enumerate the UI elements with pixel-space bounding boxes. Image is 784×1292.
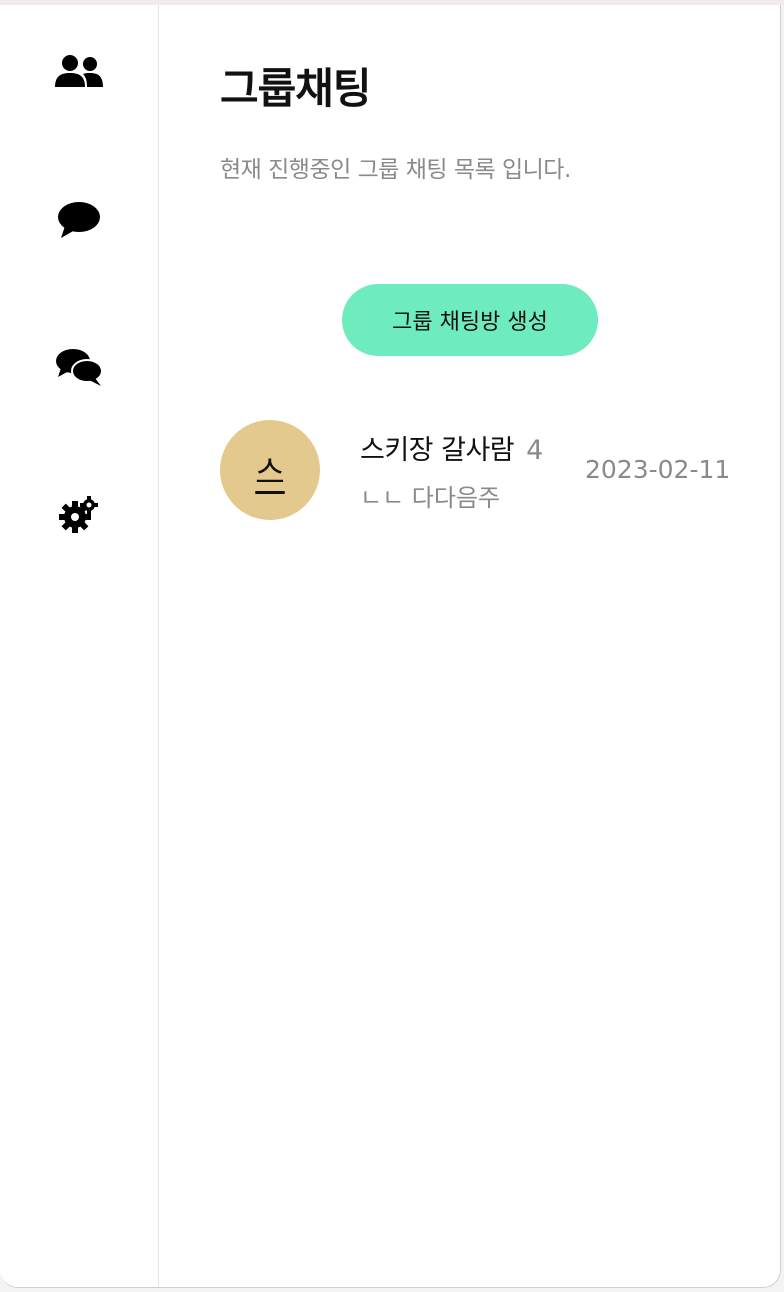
create-group-chat-button[interactable]: 그룹 채팅방 생성 [342,284,598,356]
gear-icon [59,495,99,535]
sidebar [0,5,159,1287]
room-date: 2023-02-11 [585,455,731,484]
sidebar-item-group-chat[interactable] [39,337,119,397]
last-message: ㄴㄴ 다다음주 [360,484,501,512]
sidebar-item-friends[interactable] [39,44,119,104]
main-content: 그룹채팅 현재 진행중인 그룹 채팅 목록 입니다. 그룹 채팅방 생성 스 스… [159,5,780,1287]
chat-bubbles-icon [55,347,103,387]
member-count: 4 [526,435,543,466]
sidebar-item-chat[interactable] [39,190,119,250]
room-title: 스키장 갈사람 4 [360,428,543,467]
users-icon [53,54,105,94]
page-subtitle: 현재 진행중인 그룹 채팅 목록 입니다. [220,157,571,183]
chat-room-item[interactable]: 스 스키장 갈사람 4 ㄴㄴ 다다음주 2023-02-11 [220,420,730,520]
app-window: 그룹채팅 현재 진행중인 그룹 채팅 목록 입니다. 그룹 채팅방 생성 스 스… [0,5,781,1288]
avatar: 스 [220,420,320,520]
chat-bubble-icon [57,201,101,239]
page-title: 그룹채팅 [220,64,372,113]
sidebar-item-settings[interactable] [39,485,119,545]
room-name: 스키장 갈사람 [360,435,515,466]
